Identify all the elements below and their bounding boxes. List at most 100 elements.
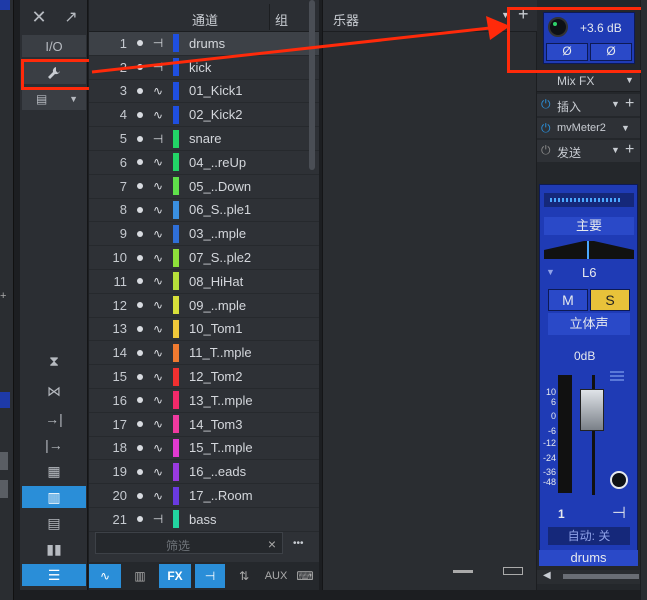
channel-row[interactable]: 21 ⊣ bass (89, 508, 319, 532)
record-dot-icon[interactable] (137, 278, 143, 285)
color-swatch[interactable] (173, 272, 179, 291)
automation-button[interactable]: 自动: 关 (548, 527, 630, 545)
mixer-scrollbar[interactable]: ◀ (537, 570, 640, 584)
edge-button[interactable] (0, 452, 8, 470)
channel-row[interactable]: 19 ∿ 16_..eads (89, 460, 319, 485)
insert-section[interactable]: ⏻ 插入 ▼ + (537, 94, 640, 116)
record-dot-icon[interactable] (137, 206, 143, 213)
edge-button[interactable] (0, 480, 8, 498)
record-dot-icon[interactable] (137, 302, 143, 309)
channel-row[interactable]: 20 ∿ 17_..Room (89, 484, 319, 508)
send-section[interactable]: ⏻ 发送 ▼ + (537, 140, 640, 162)
record-dot-icon[interactable] (137, 373, 143, 380)
aux-tab[interactable]: AUX (261, 564, 291, 588)
channel-row[interactable]: 14 ∿ 11_T..mple (89, 341, 319, 366)
minimize-icon[interactable] (453, 570, 473, 573)
record-dot-icon[interactable] (137, 111, 143, 118)
power-icon[interactable]: ⏻ (541, 121, 551, 136)
clear-icon[interactable]: × (268, 536, 276, 552)
chevron-down-icon[interactable]: ▼ (546, 267, 555, 277)
list-icon[interactable]: ☰ (22, 564, 86, 586)
record-dot-icon[interactable] (137, 135, 143, 142)
channel-row[interactable]: 10 ∿ 07_S..ple2 (89, 246, 319, 270)
output-button[interactable]: 主要 (544, 217, 634, 235)
record-monitor-icon[interactable] (610, 471, 628, 489)
color-swatch[interactable] (173, 129, 179, 148)
plugin-slot[interactable]: ⏻ mvMeter2 ▼ (537, 118, 640, 138)
channel-row[interactable]: 9 ∿ 03_..mple (89, 222, 319, 247)
power-icon[interactable]: ⏻ (541, 97, 551, 112)
color-swatch[interactable] (173, 367, 179, 386)
color-swatch[interactable] (173, 153, 179, 172)
piano-icon[interactable]: ▥ (125, 564, 155, 588)
color-swatch[interactable] (173, 81, 179, 100)
input-route-icon[interactable]: ⊣ (612, 503, 626, 523)
record-dot-icon[interactable] (137, 349, 143, 356)
close-icon[interactable]: ✕ (24, 6, 54, 28)
record-dot-icon[interactable] (137, 325, 143, 332)
device-dropdown[interactable]: ▤ ▼ (22, 88, 86, 110)
color-swatch[interactable] (173, 415, 179, 434)
channel-row[interactable]: 17 ∿ 14_Tom3 (89, 413, 319, 437)
record-dot-icon[interactable] (137, 492, 143, 499)
record-dot-icon[interactable] (137, 183, 143, 190)
more-icon[interactable]: ••• (293, 538, 304, 549)
channel-row[interactable]: 12 ∿ 09_..mple (89, 294, 319, 318)
channel-row[interactable]: 16 ∿ 13_T..mple (89, 389, 319, 413)
stack-icon[interactable]: ▤ (22, 512, 86, 534)
channel-row[interactable]: 11 ∿ 08_HiHat (89, 270, 319, 294)
filter-input[interactable]: 筛选 × (95, 532, 283, 554)
grid-icon[interactable]: ▦ (22, 460, 86, 482)
channel-row[interactable]: 15 ∿ 12_Tom2 (89, 365, 319, 389)
record-dot-icon[interactable] (137, 254, 143, 261)
color-swatch[interactable] (173, 248, 179, 267)
power-icon[interactable]: ⏻ (541, 143, 551, 158)
input-tab-icon[interactable]: ⊣ (195, 564, 225, 588)
channel-row[interactable]: 13 ∿ 10_Tom1 (89, 318, 319, 342)
channel-row[interactable]: 4 ∿ 02_Kick2 (89, 103, 319, 128)
record-dot-icon[interactable] (137, 468, 143, 475)
solo-button[interactable]: S (590, 289, 630, 311)
sort-icon[interactable]: ⇅ (229, 564, 259, 588)
channel-row[interactable]: 5 ⊣ snare (89, 127, 319, 151)
scroll-thumb[interactable] (563, 574, 639, 579)
channel-row[interactable]: 18 ∿ 15_T..mple (89, 437, 319, 461)
mixfx-dropdown[interactable]: Mix FX ▼ (537, 70, 640, 92)
add-icon[interactable]: + (625, 141, 634, 159)
add-icon[interactable]: + (625, 95, 634, 113)
record-dot-icon[interactable] (137, 87, 143, 94)
record-dot-icon[interactable] (137, 397, 143, 404)
color-swatch[interactable] (173, 105, 179, 124)
arrow-right-bar-icon[interactable]: →| (22, 408, 86, 430)
collapse-vertical-icon[interactable]: ⧗ (22, 350, 86, 372)
color-swatch[interactable] (173, 510, 179, 529)
channel-row[interactable]: 3 ∿ 01_Kick1 (89, 80, 319, 104)
keyboard-icon[interactable]: ⌨ (293, 564, 317, 588)
chevron-left-icon[interactable]: ◀ (543, 570, 551, 581)
color-swatch[interactable] (173, 319, 179, 338)
plus-icon[interactable]: + (0, 290, 10, 302)
record-dot-icon[interactable] (137, 516, 143, 523)
color-swatch[interactable] (173, 486, 179, 505)
arrow-bar-right-icon[interactable]: |→ (22, 434, 86, 456)
record-dot-icon[interactable] (137, 444, 143, 451)
keyboard-icon[interactable]: ▥ (22, 486, 86, 508)
io-button[interactable]: I/O (22, 35, 86, 57)
color-swatch[interactable] (173, 177, 179, 196)
bars-icon[interactable]: ▮▮ (22, 538, 86, 560)
color-swatch[interactable] (173, 200, 179, 219)
pan-control[interactable] (544, 241, 634, 259)
waveform-icon[interactable]: ∿ (89, 564, 121, 588)
fx-tab[interactable]: FX (159, 564, 191, 588)
stereo-button[interactable]: 立体声 (548, 313, 630, 335)
color-swatch[interactable] (173, 462, 179, 481)
channel-row[interactable]: 6 ∿ 04_..reUp (89, 151, 319, 175)
color-swatch[interactable] (173, 296, 179, 315)
color-swatch[interactable] (173, 438, 179, 457)
restore-icon[interactable] (503, 567, 523, 575)
expand-icon[interactable]: ↗ (56, 6, 86, 28)
record-dot-icon[interactable] (137, 159, 143, 166)
color-swatch[interactable] (173, 391, 179, 410)
volume-fader[interactable] (580, 389, 604, 431)
mute-button[interactable]: M (548, 289, 588, 311)
